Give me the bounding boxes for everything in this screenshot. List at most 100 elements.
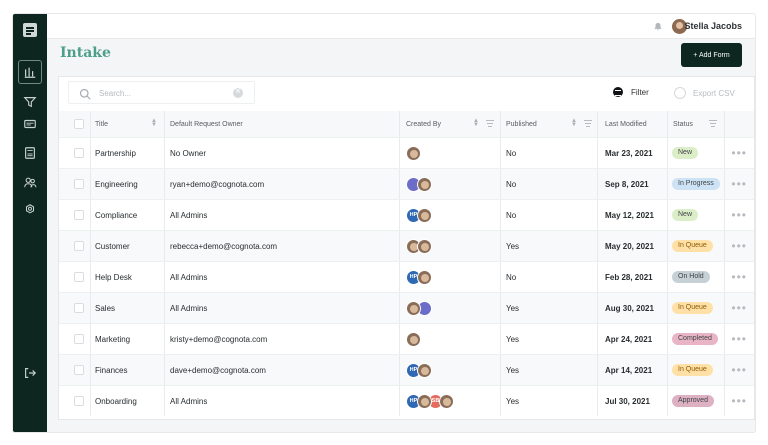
table-row[interactable]: Onboarding All Admins HP SB Yes Jul 30, 2021 A… [59, 385, 754, 416]
form-title[interactable]: Onboarding [95, 386, 137, 416]
column-header-last-modified[interactable]: Last Modified [605, 111, 647, 137]
users-icon[interactable] [20, 172, 40, 192]
calculator-icon[interactable] [20, 143, 40, 163]
last-modified: Sep 8, 2021 [605, 179, 649, 189]
form-title[interactable]: Finances [95, 355, 127, 385]
default-request-owner: All Admins [170, 303, 208, 313]
created-by-avatars [406, 293, 432, 323]
row-checkbox[interactable] [74, 262, 84, 292]
published-status: Yes [506, 396, 520, 406]
table-row[interactable]: Help Desk All Admins HP No Feb 28, 2021 On Ho… [59, 261, 754, 292]
settings-icon[interactable] [20, 200, 40, 220]
bell-icon[interactable] [653, 21, 663, 31]
chart-icon[interactable] [18, 60, 42, 84]
column-header-owner[interactable]: Default Request Owner [170, 111, 243, 137]
sort-icon[interactable] [473, 119, 480, 128]
created-by-avatars: HP [406, 355, 432, 385]
column-header-status[interactable]: Status [673, 111, 693, 137]
default-request-owner: ryan+demo@cognota.com [170, 179, 265, 189]
more-icon[interactable]: ••• [731, 200, 747, 230]
default-request-owner: All Admins [170, 272, 208, 282]
created-by-avatars: HP [406, 262, 432, 292]
more-icon[interactable]: ••• [731, 169, 747, 199]
filter-button[interactable]: Filter [613, 87, 649, 97]
more-icon[interactable]: ••• [731, 262, 747, 292]
table-row[interactable]: Sales All Admins Yes Aug 30, 2021 In Queue ••… [59, 292, 754, 323]
filter-label: Filter [631, 87, 649, 97]
app-window: Stella Jacobs Intake + Add Form Search..… [13, 14, 755, 432]
created-by-avatars [406, 324, 421, 354]
table-row[interactable]: Engineering ryan+demo@cognota.com No Sep 8,… [59, 168, 754, 199]
funnel-icon[interactable] [20, 92, 40, 112]
more-icon[interactable]: ••• [731, 324, 747, 354]
avatar [417, 269, 432, 285]
select-all-checkbox[interactable] [74, 111, 84, 137]
published-status: Yes [506, 241, 520, 251]
more-icon[interactable]: ••• [731, 386, 747, 416]
row-checkbox[interactable] [74, 200, 84, 230]
clear-icon[interactable] [233, 86, 243, 98]
export-csv-button[interactable]: Export CSV [674, 87, 735, 99]
sort-icon[interactable] [151, 119, 158, 128]
row-checkbox[interactable] [74, 169, 84, 199]
form-title[interactable]: Help Desk [95, 262, 132, 292]
more-icon[interactable]: ••• [731, 138, 747, 168]
row-checkbox[interactable] [74, 355, 84, 385]
row-checkbox[interactable] [74, 293, 84, 323]
status-badge: In Queue [672, 364, 713, 376]
logout-icon[interactable] [20, 363, 40, 383]
document-logo-icon[interactable] [23, 23, 37, 37]
status-badge: In Progress [672, 178, 720, 190]
table-row[interactable]: Finances dave+demo@cognota.com HP Yes Apr 14… [59, 354, 754, 385]
status-cell: Approved [672, 386, 714, 416]
table-row[interactable]: Compliance All Admins HP No May 12, 2021 New •… [59, 199, 754, 230]
form-title[interactable]: Compliance [95, 200, 137, 230]
form-title[interactable]: Sales [95, 293, 115, 323]
avatar [417, 362, 432, 378]
table-row[interactable]: Marketing kristy+demo@cognota.com Yes Apr 2… [59, 323, 754, 354]
form-title[interactable]: Marketing [95, 324, 130, 354]
more-icon[interactable]: ••• [731, 355, 747, 385]
table-row[interactable]: Customer rebecca+demo@cognota.com Yes May 2… [59, 230, 754, 261]
page-title: Intake [60, 45, 111, 61]
table-row[interactable]: Partnership No Owner No Mar 23, 2021 New ••• [59, 137, 754, 168]
status-badge: New [672, 147, 699, 159]
more-icon[interactable]: ••• [731, 293, 747, 323]
user-name[interactable]: Stella Jacobs [684, 21, 742, 31]
column-header-title[interactable]: Title [95, 111, 108, 137]
created-by-avatars [406, 231, 432, 261]
row-checkbox[interactable] [74, 386, 84, 416]
form-title[interactable]: Engineering [95, 169, 138, 199]
row-checkbox[interactable] [74, 324, 84, 354]
status-badge: In Queue [672, 302, 713, 314]
status-badge: Approved [672, 395, 714, 407]
column-header-published[interactable]: Published [506, 111, 537, 137]
column-filter-icon[interactable] [709, 120, 717, 127]
status-cell: In Queue [672, 355, 713, 385]
published-status: No [506, 179, 517, 189]
column-filter-icon[interactable] [486, 120, 494, 127]
row-checkbox[interactable] [74, 231, 84, 261]
status-cell: In Progress [672, 169, 720, 199]
form-title[interactable]: Partnership [95, 138, 136, 168]
message-icon[interactable] [20, 114, 40, 134]
sidebar [13, 14, 47, 432]
column-header-created-by[interactable]: Created By [406, 111, 441, 137]
published-status: No [506, 272, 517, 282]
last-modified: Apr 24, 2021 [605, 334, 653, 344]
avatar [406, 145, 421, 161]
status-cell: New [672, 138, 699, 168]
search-input[interactable]: Search... [68, 81, 255, 104]
avatar [417, 393, 432, 409]
form-title[interactable]: Customer [95, 231, 130, 261]
export-icon [674, 87, 686, 99]
add-form-button[interactable]: + Add Form [681, 43, 742, 67]
sort-icon[interactable] [571, 119, 578, 128]
more-icon[interactable]: ••• [731, 231, 747, 261]
status-badge: In Queue [672, 240, 713, 252]
status-cell: Completed [672, 324, 718, 354]
column-filter-icon[interactable] [584, 120, 592, 127]
row-checkbox[interactable] [74, 138, 84, 168]
avatar [417, 238, 432, 254]
avatar [417, 176, 432, 192]
